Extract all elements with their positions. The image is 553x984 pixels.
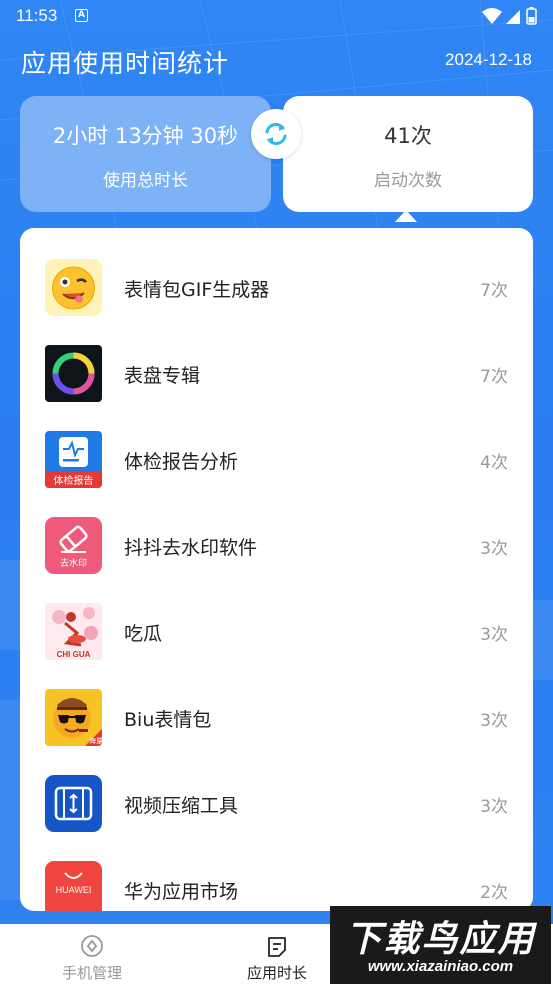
app-count: 3次	[480, 711, 508, 731]
launch-count-tab[interactable]: 41次 启动次数	[283, 96, 533, 212]
app-count: 3次	[480, 539, 508, 559]
app-name: 抖抖去水印软件	[124, 537, 258, 559]
list-item[interactable]: 表盘专辑 7次	[20, 345, 533, 431]
nav-phone-manage[interactable]: 手机管理	[22, 924, 162, 984]
watermark-site: www.xiazainiao.com	[367, 958, 514, 975]
nav-app-duration[interactable]: 应用时长	[207, 924, 347, 984]
watchface-ring-icon	[45, 345, 102, 402]
app-duration-icon	[268, 937, 286, 957]
svg-text:海量: 海量	[89, 736, 102, 745]
svg-text:去水印: 去水印	[60, 557, 87, 569]
app-count: 7次	[480, 281, 508, 301]
sunglasses-emoji-icon: 海量	[45, 689, 102, 746]
system-status-icons	[482, 7, 537, 25]
list-item[interactable]: 体检报告 体检报告分析 4次	[20, 431, 533, 517]
total-time-tab[interactable]: 2小时 13分钟 30秒 使用总时长	[20, 96, 271, 212]
huawei-appgallery-icon: HUAWEI	[45, 861, 102, 911]
page-title: 应用使用时间统计	[21, 49, 230, 78]
app-name: Biu表情包	[124, 709, 212, 731]
eraser-icon: 去水印	[45, 517, 102, 574]
app-count: 4次	[480, 453, 508, 473]
video-compress-icon	[45, 775, 102, 832]
app-name: 体检报告分析	[124, 451, 239, 473]
list-item[interactable]: CHI GUA 吃瓜 3次	[20, 603, 533, 689]
list-item[interactable]: 视频压缩工具 3次	[20, 775, 533, 861]
list-item[interactable]: 表情包GIF生成器 7次	[20, 259, 533, 345]
battery-icon	[526, 7, 537, 25]
launch-count-label: 启动次数	[374, 171, 442, 191]
list-item[interactable]: 去水印 抖抖去水印软件 3次	[20, 517, 533, 603]
selected-tab-pointer	[395, 210, 417, 222]
chigua-icon: CHI GUA	[45, 603, 102, 660]
app-count: 3次	[480, 625, 508, 645]
app-name: 吃瓜	[124, 623, 163, 645]
app-name: 表情包GIF生成器	[124, 279, 270, 301]
list-item[interactable]: HUAWEI 华为应用市场 2次	[20, 861, 533, 911]
app-name: 华为应用市场	[124, 881, 239, 903]
emoji-gif-icon	[45, 259, 102, 316]
app-count: 3次	[480, 797, 508, 817]
date-label[interactable]: 2024-12-18	[445, 50, 532, 70]
health-report-icon: 体检报告	[45, 431, 102, 488]
watermark-logo: 下载鸟应用 www.xiazainiao.com	[330, 906, 551, 984]
svg-text:HUAWEI: HUAWEI	[56, 885, 92, 895]
launch-count-value: 41次	[384, 124, 432, 148]
notification-a-icon: A	[75, 9, 88, 22]
total-time-label: 使用总时长	[103, 171, 188, 191]
status-time: 11:53	[16, 6, 58, 25]
svg-text:CHI GUA: CHI GUA	[57, 650, 91, 659]
app-count: 7次	[480, 367, 508, 387]
phone-manage-icon	[81, 935, 103, 957]
status-bar: 11:53 A	[0, 0, 553, 32]
app-name: 表盘专辑	[124, 365, 201, 387]
refresh-icon	[265, 123, 287, 145]
switch-stat-button[interactable]	[251, 109, 301, 159]
nav-label: 手机管理	[61, 964, 122, 982]
app-name: 视频压缩工具	[124, 795, 239, 817]
nav-label: 应用时长	[246, 964, 307, 982]
app-usage-list[interactable]: 表情包GIF生成器 7次 表盘专辑 7次 体检报告 体检报告分析 4次 去水印 …	[20, 228, 533, 911]
app-count: 2次	[480, 883, 508, 903]
list-item[interactable]: 海量 Biu表情包 3次	[20, 689, 533, 775]
total-time-value: 2小时 13分钟 30秒	[52, 124, 239, 148]
watermark-title: 下载鸟应用	[345, 919, 536, 960]
signal-icon	[506, 10, 520, 24]
wifi-icon	[482, 8, 502, 24]
svg-text:体检报告: 体检报告	[54, 474, 94, 487]
